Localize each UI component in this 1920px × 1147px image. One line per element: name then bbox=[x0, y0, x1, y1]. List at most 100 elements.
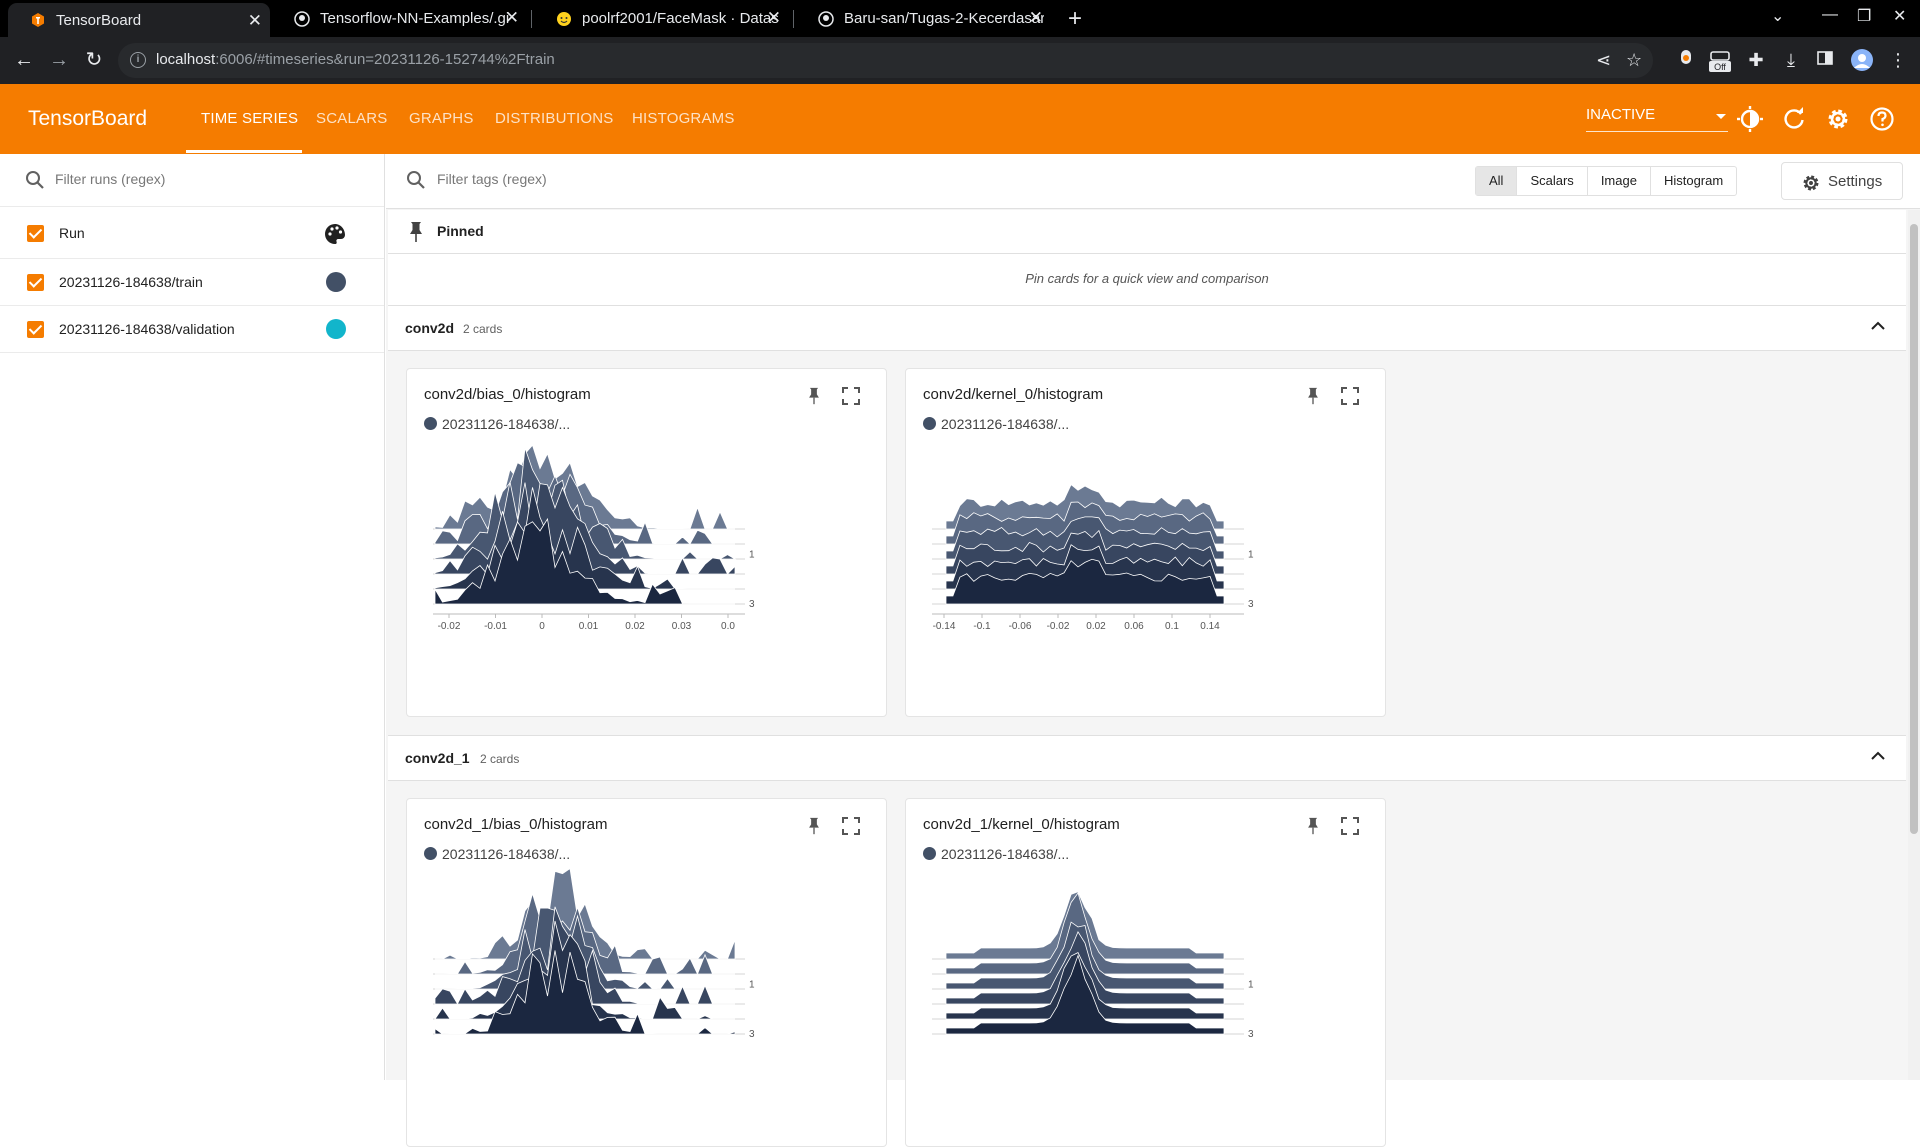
pin-card-icon[interactable] bbox=[1304, 387, 1322, 405]
x-axis-tick-label: 0 bbox=[539, 621, 545, 632]
card-type-filter: All Scalars Image Histogram bbox=[1475, 166, 1738, 196]
card-run-label: 20231126-184638/... bbox=[923, 416, 1069, 432]
histogram-chart: 1 3 -0.14 -0.1 -0.06 -0.02 0.02 0.06 0.1 0.14 bbox=[932, 483, 1254, 632]
tab-scalars[interactable]: SCALARS bbox=[316, 110, 387, 127]
tab-title: TensorBoard bbox=[56, 11, 142, 29]
settings-button[interactable]: Settings bbox=[1781, 162, 1903, 200]
run-filter-input[interactable]: Filter runs (regex) bbox=[0, 154, 384, 207]
close-tab-icon[interactable]: ✕ bbox=[248, 12, 262, 29]
active-tab-indicator bbox=[186, 150, 302, 153]
run-color-dot bbox=[424, 847, 437, 860]
profile-avatar[interactable] bbox=[1850, 48, 1874, 72]
tab-graphs[interactable]: GRAPHS bbox=[409, 110, 474, 127]
pinned-title: Pinned bbox=[437, 223, 484, 239]
browser-tab-github-2[interactable]: Baru-san/Tugas-2-Kecerdasar ✕ bbox=[796, 0, 1051, 37]
filter-scalars-button[interactable]: Scalars bbox=[1516, 167, 1586, 195]
chevron-up-icon[interactable] bbox=[1870, 748, 1886, 764]
run-name: 20231126-184638/train bbox=[59, 274, 203, 290]
x-axis-tick-label: -0.06 bbox=[1009, 621, 1032, 632]
run-color-swatch[interactable] bbox=[326, 272, 346, 292]
close-tab-icon[interactable]: ✕ bbox=[1029, 9, 1043, 26]
pin-card-icon[interactable] bbox=[805, 387, 823, 405]
fullscreen-icon[interactable] bbox=[842, 387, 860, 405]
browser-tab-strip: TensorBoard ✕ Tensorflow-NN-Examples/.gi… bbox=[0, 0, 1920, 37]
filter-image-button[interactable]: Image bbox=[1586, 167, 1650, 195]
tag-filter-input[interactable]: Filter tags (regex) bbox=[437, 171, 547, 187]
group-header-conv2d[interactable]: conv2d 2 cards bbox=[388, 305, 1906, 351]
restore-icon[interactable]: ❐ bbox=[1857, 6, 1871, 26]
x-axis-tick-label: 0.02 bbox=[1086, 621, 1106, 632]
tab-histograms[interactable]: HISTOGRAMS bbox=[632, 110, 735, 127]
address-bar[interactable]: i localhost:6006/#timeseries&run=2023112… bbox=[118, 43, 1653, 78]
reload-icon[interactable]: ↻ bbox=[82, 48, 106, 72]
plugin-select[interactable]: INACTIVE bbox=[1586, 106, 1728, 132]
histogram-card: conv2d/kernel_0/histogram 20231126-18463… bbox=[905, 368, 1386, 717]
main-scrollbar[interactable] bbox=[1908, 210, 1920, 1080]
github-icon bbox=[818, 10, 834, 27]
main-content: Filter tags (regex) All Scalars Image Hi… bbox=[386, 154, 1920, 1147]
puzzle-extensions-icon[interactable]: ✚ bbox=[1744, 48, 1768, 72]
download-icon[interactable]: ⤓ bbox=[1779, 48, 1803, 72]
runs-header-label: Run bbox=[59, 225, 85, 241]
site-info-icon[interactable]: i bbox=[130, 52, 146, 68]
minimize-icon[interactable]: — bbox=[1822, 6, 1838, 24]
x-axis-tick-label: -0.1 bbox=[973, 621, 991, 632]
bookmark-star-icon[interactable]: ☆ bbox=[1626, 50, 1642, 71]
filter-histogram-button[interactable]: Histogram bbox=[1649, 167, 1736, 195]
new-tab-plus-icon[interactable]: + bbox=[1068, 5, 1082, 33]
card-title: conv2d/bias_0/histogram bbox=[424, 386, 591, 403]
group-header-conv2d-1[interactable]: conv2d_1 2 cards bbox=[388, 735, 1906, 781]
run-row[interactable]: 20231126-184638/train bbox=[0, 259, 384, 306]
close-window-icon[interactable]: ✕ bbox=[1893, 6, 1906, 26]
pinned-empty-message: Pin cards for a quick view and compariso… bbox=[1025, 271, 1269, 286]
tab-search-chevron-icon[interactable]: ⌄ bbox=[1771, 6, 1784, 26]
close-tab-icon[interactable]: ✕ bbox=[505, 9, 519, 26]
run-color-swatch[interactable] bbox=[326, 319, 346, 339]
palette-icon[interactable] bbox=[324, 223, 346, 245]
reload-data-icon[interactable] bbox=[1780, 105, 1808, 133]
fullscreen-icon[interactable] bbox=[1341, 387, 1359, 405]
filter-all-button[interactable]: All bbox=[1476, 167, 1517, 195]
browser-tab-github-1[interactable]: Tensorflow-NN-Examples/.gi ✕ bbox=[272, 0, 527, 37]
extension-icon[interactable] bbox=[1674, 48, 1698, 72]
runs-header-row: Run bbox=[0, 207, 384, 259]
browser-tab-huggingface[interactable]: poolrf2001/FaceMask · Datas ✕ bbox=[534, 0, 789, 37]
run-row[interactable]: 20231126-184638/validation bbox=[0, 306, 384, 353]
fullscreen-icon[interactable] bbox=[842, 817, 860, 835]
chevron-up-icon[interactable] bbox=[1870, 318, 1886, 334]
help-icon[interactable] bbox=[1868, 105, 1896, 133]
x-axis-tick-label: -0.14 bbox=[933, 621, 956, 632]
card-title: conv2d/kernel_0/histogram bbox=[923, 386, 1104, 403]
scrollbar-thumb[interactable] bbox=[1910, 224, 1918, 834]
x-axis-tick-label: 0.1 bbox=[1165, 621, 1179, 632]
close-tab-icon[interactable]: ✕ bbox=[767, 9, 781, 26]
pin-card-icon[interactable] bbox=[1304, 817, 1322, 835]
fullscreen-icon[interactable] bbox=[1341, 817, 1359, 835]
y-axis-tick-label: 1 bbox=[1248, 550, 1254, 561]
extension-off-icon[interactable]: Off bbox=[1708, 48, 1732, 72]
run-checkbox[interactable] bbox=[27, 321, 44, 338]
back-arrow-icon[interactable]: ← bbox=[12, 48, 36, 72]
forward-arrow-icon[interactable]: → bbox=[47, 48, 71, 72]
select-all-runs-checkbox[interactable] bbox=[27, 225, 44, 242]
tab-time-series[interactable]: TIME SERIES bbox=[201, 110, 298, 127]
group-name: conv2d_1 bbox=[405, 750, 470, 766]
tab-distributions[interactable]: DISTRIBUTIONS bbox=[495, 110, 613, 127]
group-card-count: 2 cards bbox=[480, 752, 520, 766]
browser-toolbar: ← → ↻ i localhost:6006/#timeseries&run=2… bbox=[0, 37, 1920, 84]
browser-tab-tensorboard[interactable]: TensorBoard ✕ bbox=[8, 3, 270, 37]
x-axis-tick-label: 0.14 bbox=[1200, 621, 1220, 632]
search-icon bbox=[26, 171, 44, 189]
settings-label: Settings bbox=[1828, 173, 1883, 190]
theme-toggle-icon[interactable] bbox=[1736, 105, 1764, 133]
plugin-select-value: INACTIVE bbox=[1586, 106, 1656, 123]
side-panel-icon[interactable] bbox=[1813, 48, 1837, 72]
y-axis-tick-label: 3 bbox=[749, 599, 755, 610]
share-icon[interactable]: ⋖ bbox=[1596, 50, 1611, 71]
x-axis-tick-label: -0.02 bbox=[438, 621, 461, 632]
browser-menu-icon[interactable]: ⋮ bbox=[1886, 48, 1910, 72]
run-checkbox[interactable] bbox=[27, 274, 44, 291]
pin-card-icon[interactable] bbox=[805, 817, 823, 835]
settings-gear-icon[interactable] bbox=[1824, 105, 1852, 133]
huggingface-icon bbox=[556, 11, 572, 27]
